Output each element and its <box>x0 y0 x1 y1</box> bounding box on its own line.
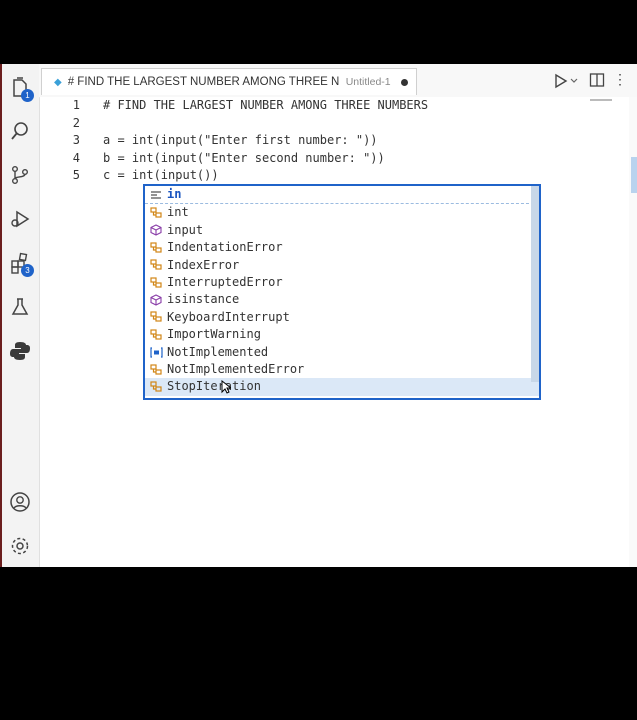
suggestion-label: in <box>167 187 182 201</box>
explorer-icon[interactable]: 1 <box>6 74 34 102</box>
python-file-icon: ◆ <box>54 76 62 88</box>
suggestion-item[interactable]: input <box>145 222 539 239</box>
class-icon <box>149 258 163 272</box>
suggestion-label: IndexError <box>167 257 240 272</box>
suggestion-label: input <box>167 222 204 237</box>
function-cube-icon <box>149 293 163 307</box>
function-cube-icon <box>149 223 163 237</box>
suggestion-label: ImportWarning <box>167 327 261 342</box>
keyword-icon <box>149 188 163 202</box>
suggestion-item[interactable]: in <box>145 186 539 205</box>
chevron-down-icon[interactable] <box>569 76 579 86</box>
run-debug-icon[interactable] <box>6 205 34 233</box>
line-number: 2 <box>72 115 80 130</box>
search-icon[interactable] <box>6 117 34 145</box>
suggestion-label: KeyboardInterrupt <box>167 309 290 324</box>
suggestion-item[interactable]: NotImplementedError <box>145 361 539 378</box>
mouse-pointer-icon <box>221 380 231 394</box>
unsaved-dot-icon[interactable] <box>401 78 408 86</box>
suggestion-item[interactable]: InterruptedError <box>145 274 539 291</box>
suggestion-label: NotImplementedError <box>167 361 305 376</box>
class-icon <box>149 363 163 377</box>
explorer-badge: 1 <box>21 89 34 102</box>
source-control-icon[interactable] <box>6 161 34 189</box>
suggestion-label: NotImplemented <box>167 344 269 359</box>
extensions-icon[interactable]: 3 <box>6 249 34 277</box>
suggestion-item[interactable]: IndexError <box>145 257 539 274</box>
class-icon <box>149 310 163 324</box>
class-icon <box>149 328 163 342</box>
python-icon[interactable] <box>6 337 34 365</box>
suggestion-item[interactable]: int <box>145 204 539 221</box>
split-editor-icon[interactable] <box>589 72 605 88</box>
code-line: 1 # FIND THE LARGEST NUMBER AMONG THREE … <box>40 97 600 114</box>
line-number: 5 <box>72 168 80 182</box>
suggestion-item[interactable]: isinstance <box>145 291 539 308</box>
editor-scrollbar[interactable] <box>629 97 637 567</box>
suggestion-label: StopIteration <box>167 379 261 394</box>
class-icon <box>149 241 163 255</box>
suggestion-item-selected[interactable]: StopIteration <box>145 378 539 396</box>
line-text: # FIND THE LARGEST NUMBER AMONG THREE NU… <box>103 98 429 112</box>
vscode-window: 1 3 ◆ # FIND THE LARGEST NUMBER AMONG TH… <box>0 64 637 567</box>
activity-bar: 1 3 <box>2 64 40 567</box>
more-actions-icon[interactable]: ⋮ <box>613 72 629 88</box>
suggestion-label: InterruptedError <box>167 274 283 289</box>
editor-tab-bar: ◆ # FIND THE LARGEST NUMBER AMONG THREE … <box>39 64 637 98</box>
suggestion-scrollbar[interactable] <box>531 186 539 382</box>
code-line-current: 5 c = int(input()) <box>40 167 600 184</box>
suggestion-item[interactable]: NotImplemented <box>145 344 539 361</box>
scrollbar-thumb[interactable] <box>631 157 637 193</box>
line-text: b = int(input("Enter second number: ")) <box>103 150 385 165</box>
line-text: a = int(input("Enter first number: ")) <box>103 133 378 147</box>
suggestion-label: int <box>167 205 189 220</box>
class-icon <box>149 276 163 290</box>
settings-gear-icon[interactable] <box>6 532 34 560</box>
suggestion-item[interactable]: IndentationError <box>145 239 539 256</box>
suggestion-item[interactable]: ImportWarning <box>145 326 539 343</box>
class-icon <box>149 206 163 220</box>
line-number: 1 <box>72 98 80 112</box>
suggestion-widget: in int input IndentationError IndexError… <box>143 184 541 400</box>
code-line: 4 b = int(input("Enter second number: ")… <box>40 150 600 167</box>
variable-icon <box>149 345 163 359</box>
code-line: 3 a = int(input("Enter first number: ")) <box>40 132 600 149</box>
suggestion-item[interactable]: KeyboardInterrupt <box>145 309 539 326</box>
suggestion-label: IndentationError <box>167 240 283 255</box>
line-number: 3 <box>72 133 80 147</box>
line-text: c = int(input()) <box>103 168 219 182</box>
run-icon[interactable] <box>553 73 569 89</box>
code-line: 2 <box>40 115 600 132</box>
account-icon[interactable] <box>6 488 34 516</box>
extensions-badge: 3 <box>21 264 34 277</box>
line-number: 4 <box>72 150 80 165</box>
testing-icon[interactable] <box>6 293 34 321</box>
tab-title: # FIND THE LARGEST NUMBER AMONG THREE NU <box>67 76 340 88</box>
tab-untitled-1[interactable]: ◆ # FIND THE LARGEST NUMBER AMONG THREE … <box>41 68 417 95</box>
tab-description: Untitled-1 <box>345 76 391 88</box>
class-icon <box>149 380 163 394</box>
suggestion-label: isinstance <box>167 292 240 307</box>
